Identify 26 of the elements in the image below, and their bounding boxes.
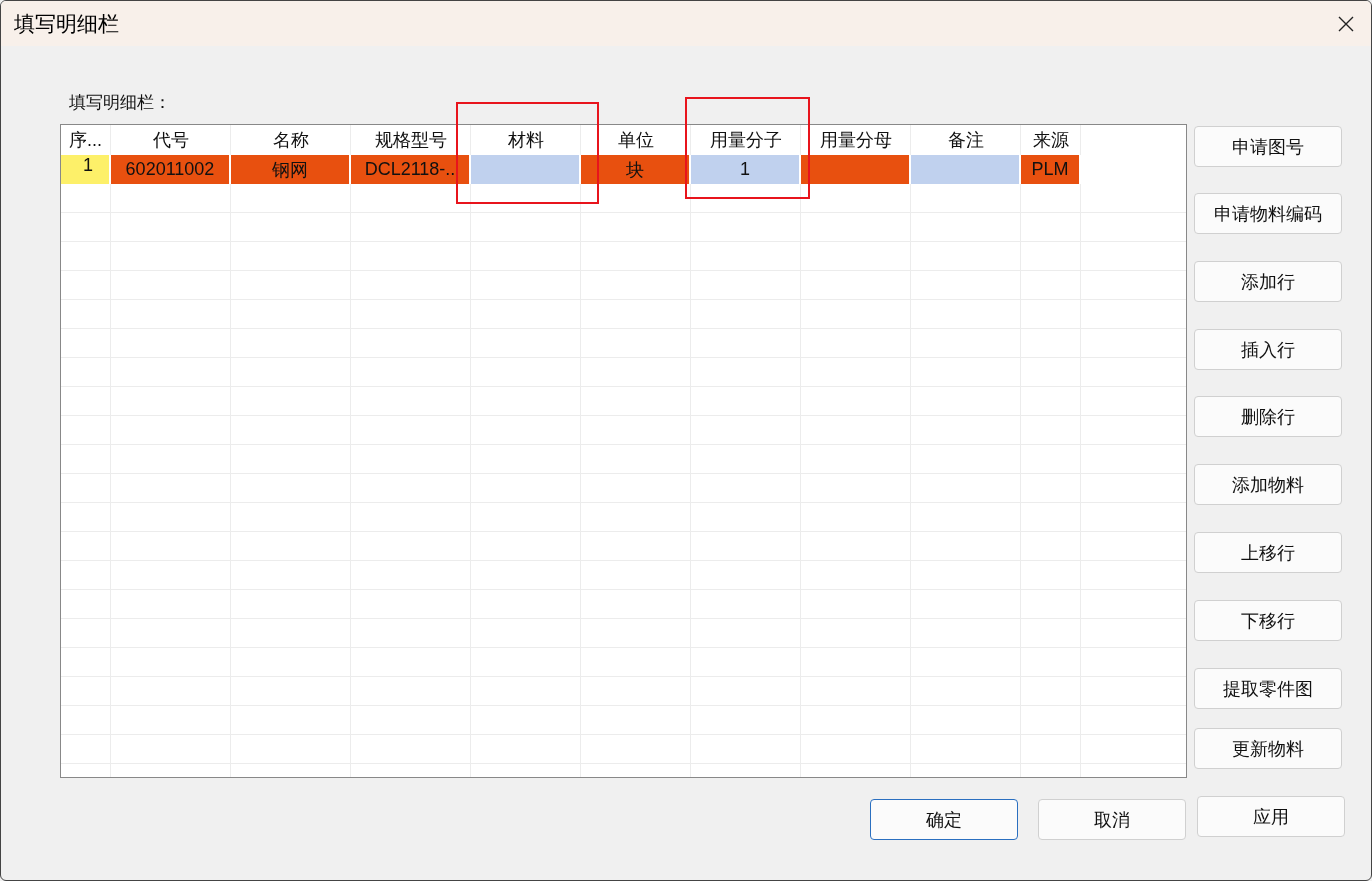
action-button[interactable]: 下移行 xyxy=(1194,600,1342,641)
table-cell[interactable]: 602011002 xyxy=(111,155,231,184)
table-cell[interactable]: DCL2118-.. xyxy=(351,155,471,184)
action-button[interactable]: 上移行 xyxy=(1194,532,1342,573)
action-button[interactable]: 添加物料 xyxy=(1194,464,1342,505)
table-cell[interactable] xyxy=(911,155,1021,184)
action-button[interactable]: 插入行 xyxy=(1194,329,1342,370)
table-label: 填写明细栏： xyxy=(69,92,172,112)
action-button[interactable]: 删除行 xyxy=(1194,396,1342,437)
table-cell[interactable] xyxy=(801,155,911,184)
dialog-button[interactable]: 确定 xyxy=(870,799,1018,840)
action-button[interactable]: 申请物料编码 xyxy=(1194,193,1342,234)
table-cell[interactable]: 钢网 xyxy=(231,155,351,184)
table-cell[interactable]: 1 xyxy=(691,155,801,184)
table-cell[interactable]: 1 xyxy=(61,155,111,184)
table-cell[interactable] xyxy=(471,155,581,184)
dialog-button[interactable]: 应用 xyxy=(1197,796,1345,837)
table-cell[interactable]: PLM xyxy=(1021,155,1081,184)
action-button[interactable]: 申请图号 xyxy=(1194,126,1342,167)
table-cell[interactable]: 块 xyxy=(581,155,691,184)
window-title: 填写明细栏 xyxy=(14,10,119,38)
action-button[interactable]: 添加行 xyxy=(1194,261,1342,302)
action-button[interactable]: 更新物料 xyxy=(1194,728,1342,769)
action-button[interactable]: 提取零件图 xyxy=(1194,668,1342,709)
close-icon xyxy=(1338,15,1354,32)
dialog-button[interactable]: 取消 xyxy=(1038,799,1186,840)
